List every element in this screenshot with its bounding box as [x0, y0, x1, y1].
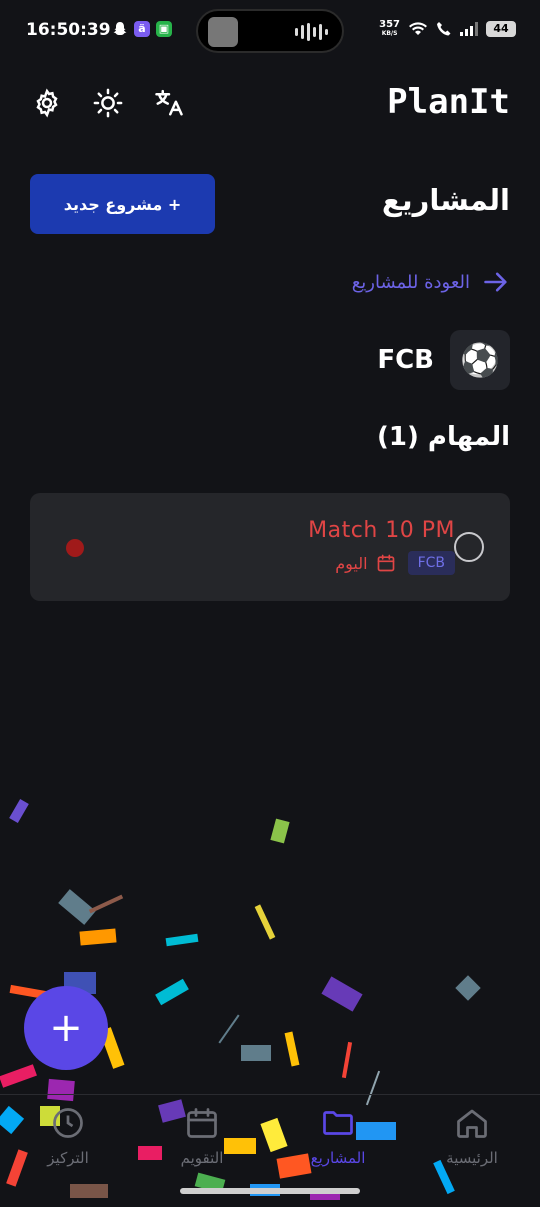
nav-focus-label: التركيز [47, 1149, 89, 1167]
nav-focus[interactable]: التركيز [8, 1105, 128, 1175]
confetti-piece [341, 1041, 353, 1079]
home-icon [457, 1109, 487, 1138]
confetti-piece [79, 928, 117, 946]
tasks-heading: المهام (1) [376, 422, 510, 452]
arrow-right-icon [484, 272, 507, 292]
nav-calendar-label: التقويم [180, 1149, 224, 1167]
status-bar: 16:50:39 ä ▣ 357 KB/S 44 [0, 0, 540, 62]
nav-home-label: الرئيسية [446, 1149, 498, 1167]
confetti-piece [321, 976, 363, 1012]
nav-home[interactable]: الرئيسية [412, 1105, 532, 1175]
project-name: FCB [377, 345, 434, 375]
confetti-piece [284, 1031, 300, 1067]
notification-icons: ä ▣ [112, 21, 172, 37]
battery-indicator: 44 [486, 20, 516, 37]
new-project-button[interactable]: + مشروع جديد [30, 174, 215, 234]
signal-icon [460, 21, 478, 36]
confetti-piece [241, 1045, 271, 1061]
confetti-piece [270, 818, 290, 844]
task-meta: FCB اليوم [335, 551, 455, 575]
back-to-projects-link[interactable]: العودة للمشاريع [352, 268, 510, 296]
soccer-ball-icon: ⚽ [450, 330, 510, 390]
confetti-piece [254, 904, 276, 940]
confetti-piece [88, 894, 124, 914]
priority-indicator [66, 539, 84, 557]
confetti-piece [9, 798, 29, 824]
audio-wave-icon [295, 23, 328, 41]
calendar-icon [187, 1108, 217, 1138]
confetti-piece [165, 933, 199, 947]
system-icons: 357 KB/S 44 [379, 20, 516, 37]
app-title: PlanIt [387, 82, 510, 122]
nav-projects-label: المشاريع [310, 1149, 366, 1167]
task-complete-checkbox[interactable] [454, 532, 484, 562]
sun-icon[interactable] [93, 88, 123, 118]
focus-icon [53, 1108, 83, 1138]
status-time: 16:50:39 [26, 20, 111, 40]
task-project-tag: FCB [407, 551, 455, 575]
network-speed: 357 KB/S [379, 19, 400, 38]
confetti-piece [0, 1064, 37, 1088]
home-indicator[interactable] [180, 1188, 360, 1194]
confetti-piece [455, 975, 481, 1001]
task-card[interactable] [30, 493, 510, 601]
confetti-piece [58, 889, 96, 925]
folder-icon [323, 1111, 353, 1135]
task-date-label: اليوم [335, 553, 368, 573]
call-icon [437, 21, 451, 35]
dynamic-island[interactable] [196, 9, 344, 53]
app-icon-green: ▣ [156, 21, 172, 37]
media-thumbnail [208, 17, 238, 47]
snapchat-icon [112, 21, 128, 37]
confetti-piece [155, 978, 189, 1006]
confetti-piece [218, 1014, 240, 1044]
task-due-date: اليوم [335, 553, 395, 573]
task-title: Match 10 PM [308, 518, 455, 543]
wifi-icon [409, 21, 427, 35]
page-title: المشاريع [381, 183, 510, 217]
settings-icon[interactable] [32, 88, 62, 118]
nav-projects[interactable]: المشاريع [278, 1105, 398, 1175]
translate-icon[interactable] [154, 88, 184, 118]
app-icon-purple: ä [134, 21, 150, 37]
calendar-icon [377, 554, 394, 572]
nav-calendar[interactable]: التقويم [142, 1105, 262, 1175]
app-header: PlanIt [0, 82, 540, 126]
add-task-fab[interactable]: + [24, 986, 108, 1070]
project-header: ⚽ FCB [377, 330, 510, 390]
back-link-label: العودة للمشاريع [351, 271, 470, 293]
